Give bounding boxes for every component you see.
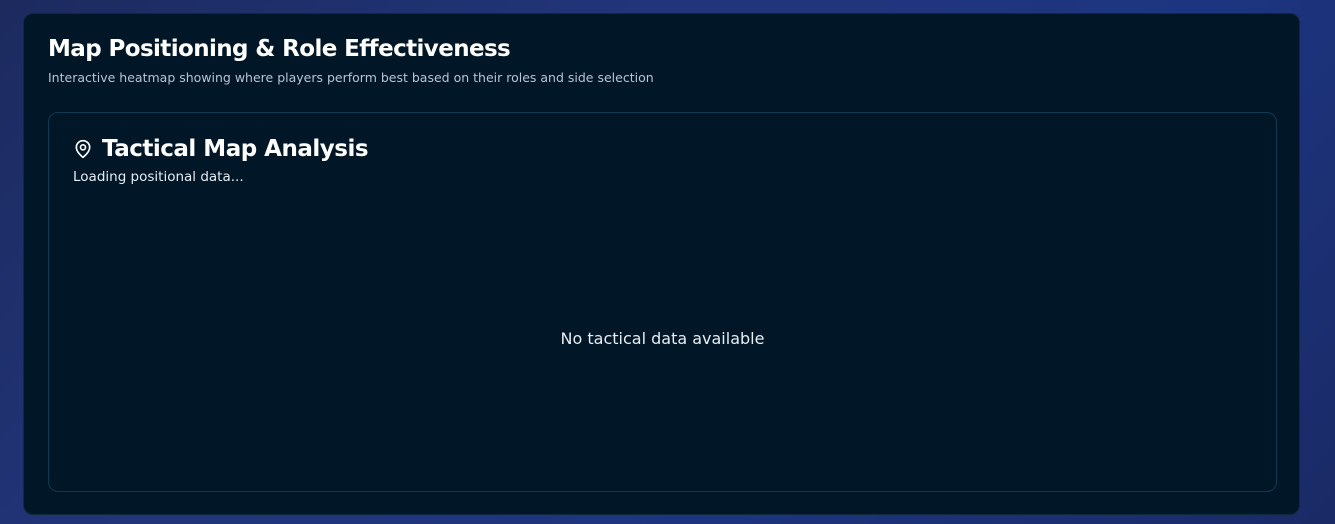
map-pin-icon xyxy=(73,139,93,159)
map-positioning-card: Map Positioning & Role Effectiveness Int… xyxy=(23,13,1300,515)
tactical-map-panel: Tactical Map Analysis Loading positional… xyxy=(48,112,1277,492)
tactical-map-title: Tactical Map Analysis xyxy=(102,136,369,162)
loading-status: Loading positional data... xyxy=(73,169,244,185)
tactical-map-header: Tactical Map Analysis xyxy=(73,135,369,163)
section-subtitle: Interactive heatmap showing where player… xyxy=(48,70,654,85)
empty-state-message: No tactical data available xyxy=(560,329,765,348)
section-title: Map Positioning & Role Effectiveness xyxy=(48,36,511,62)
